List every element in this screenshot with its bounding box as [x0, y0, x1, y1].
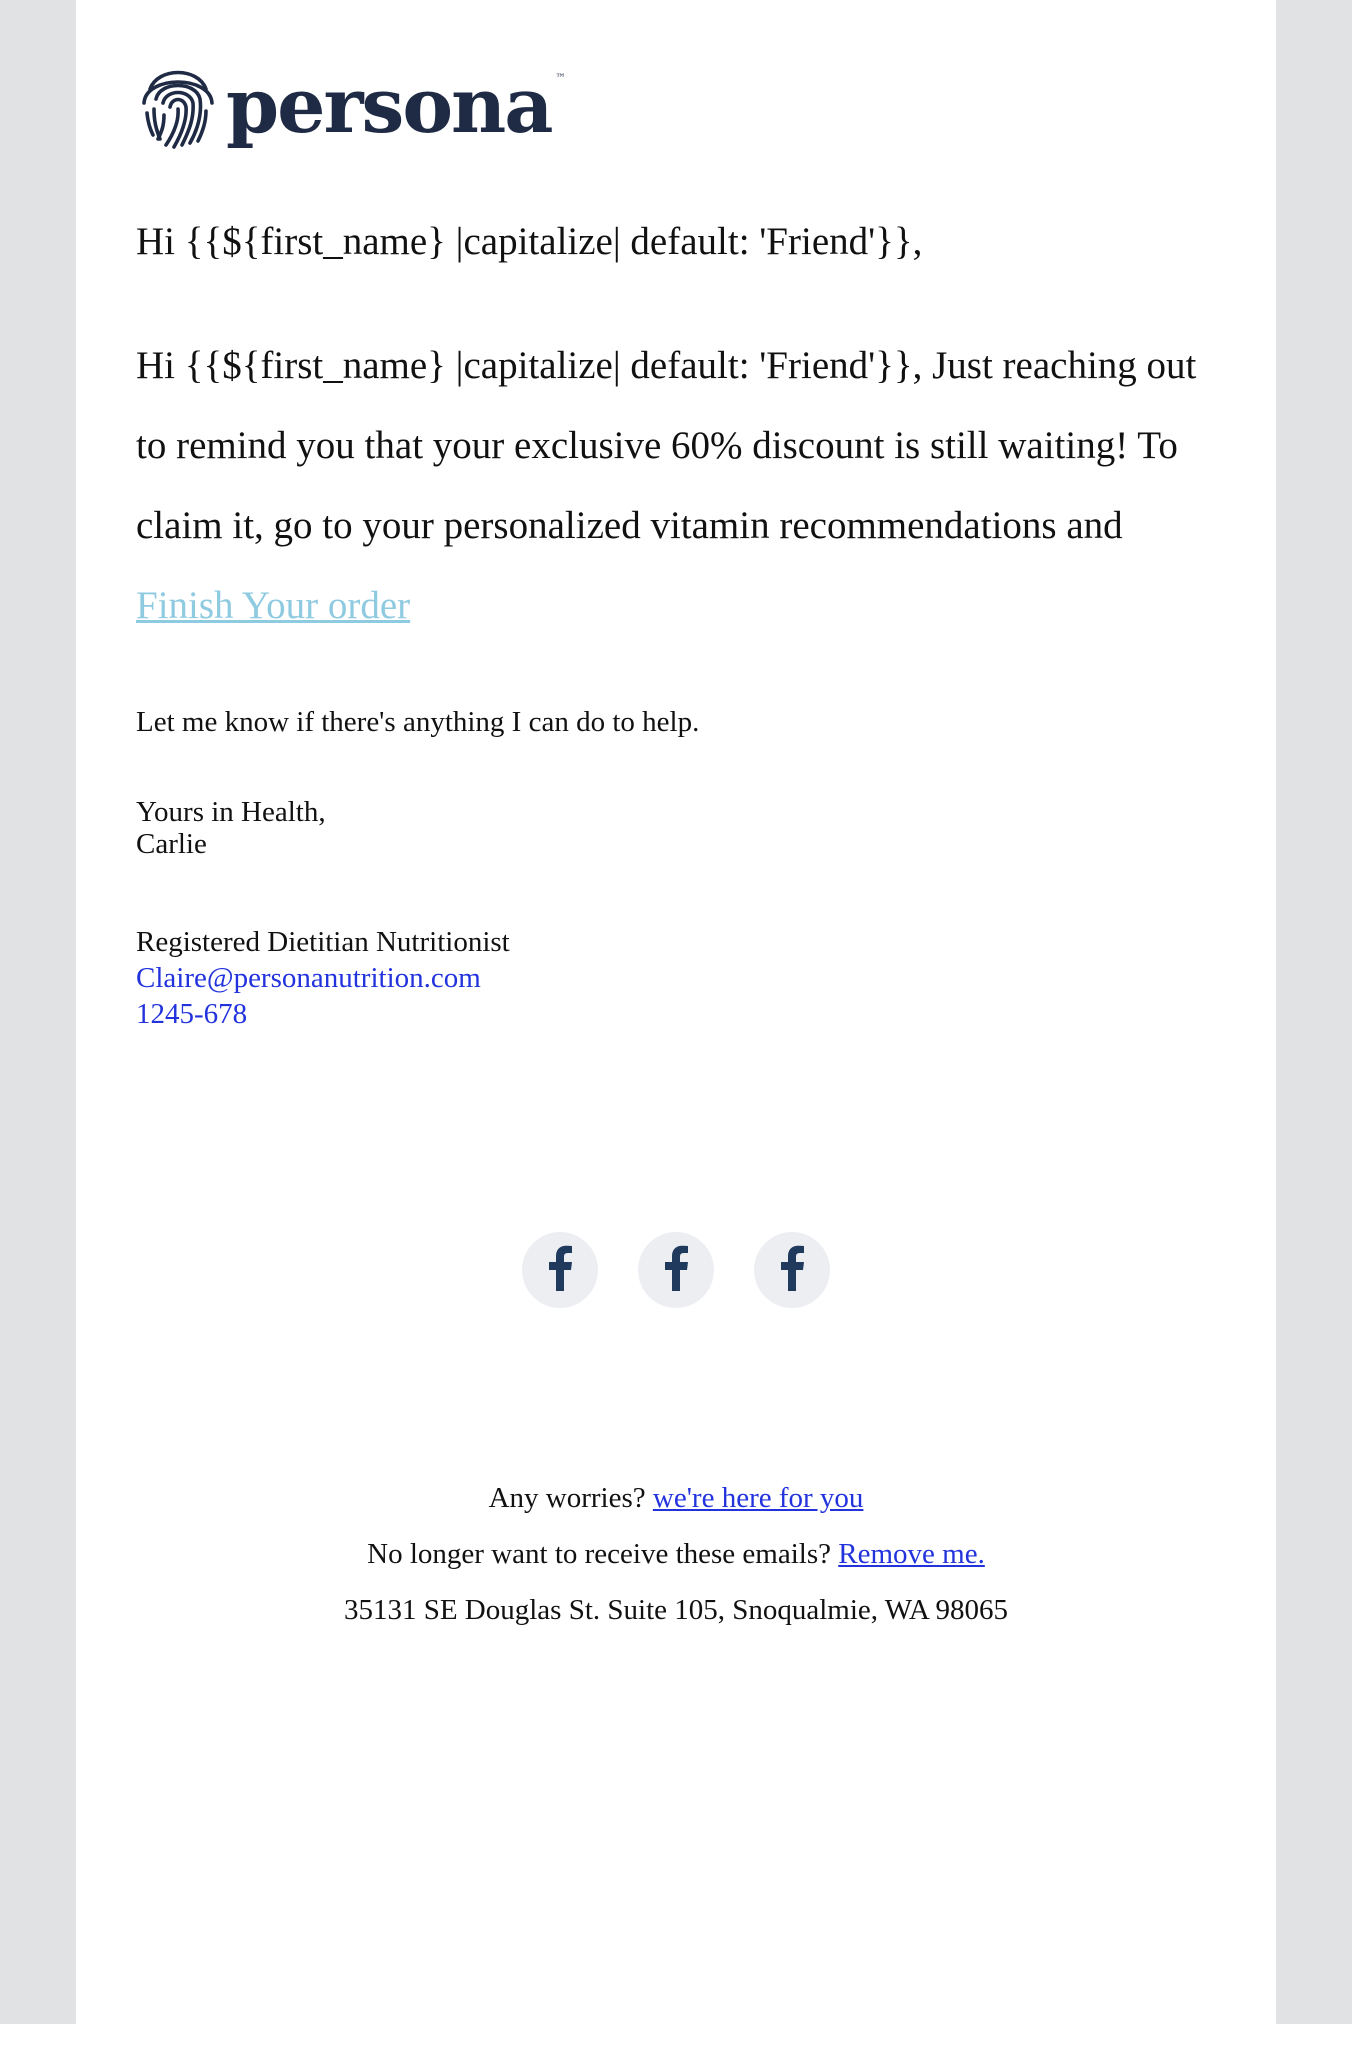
- sender-name: Carlie: [136, 828, 207, 860]
- email-body: persona ™ Hi {{${first_name} |capitalize|…: [76, 0, 1276, 2024]
- worries-text: Any worries?: [488, 1482, 646, 1514]
- help-text: Let me know if there's anything I can do…: [136, 706, 700, 738]
- facebook-button-3[interactable]: [754, 1232, 830, 1308]
- signoff: Yours in Health, Carlie: [136, 796, 326, 860]
- right-gutter: [1276, 0, 1352, 2024]
- unsubscribe-link[interactable]: Remove me.: [838, 1538, 985, 1570]
- facebook-button-2[interactable]: [638, 1232, 714, 1308]
- sender-title: Registered Dietitian Nutritionist: [136, 926, 510, 958]
- worries-line: Any worries? we're here for you: [76, 1470, 1276, 1526]
- facebook-icon: [779, 1245, 805, 1296]
- page: persona ™ Hi {{${first_name} |capitalize|…: [0, 0, 1352, 2064]
- signoff-text: Yours in Health,: [136, 796, 326, 828]
- email-greeting: Hi {{${first_name} |capitalize| default:…: [136, 220, 923, 263]
- email-footer: Any worries? we're here for you No longe…: [76, 1470, 1276, 1638]
- sender-email-link[interactable]: Claire@personanutrition.com: [136, 960, 510, 996]
- finish-order-link[interactable]: Finish Your order: [136, 584, 410, 627]
- social-links: [522, 1232, 830, 1308]
- unsubscribe-line: No longer want to receive these emails? …: [76, 1526, 1276, 1582]
- facebook-button-1[interactable]: [522, 1232, 598, 1308]
- company-address: 35131 SE Douglas St. Suite 105, Snoqualm…: [343, 1594, 1009, 1626]
- trademark-symbol: ™: [555, 73, 566, 84]
- facebook-icon: [547, 1245, 573, 1296]
- sender-phone-link[interactable]: 1245-678: [136, 996, 510, 1032]
- brand-wordmark: persona ™: [226, 61, 566, 150]
- signature-block: Registered Dietitian Nutritionist Claire…: [136, 924, 510, 1032]
- support-link[interactable]: we're here for you: [653, 1482, 864, 1514]
- unsubscribe-text: No longer want to receive these emails?: [367, 1538, 831, 1570]
- left-gutter: [0, 0, 76, 2024]
- fingerprint-icon: [136, 59, 220, 153]
- email-body-paragraph: Hi {{${first_name} |capitalize| default:…: [136, 326, 1236, 646]
- facebook-icon: [663, 1245, 689, 1296]
- brand-logo[interactable]: persona ™: [136, 56, 566, 156]
- body-text: Hi {{${first_name} |capitalize| default:…: [136, 344, 1197, 547]
